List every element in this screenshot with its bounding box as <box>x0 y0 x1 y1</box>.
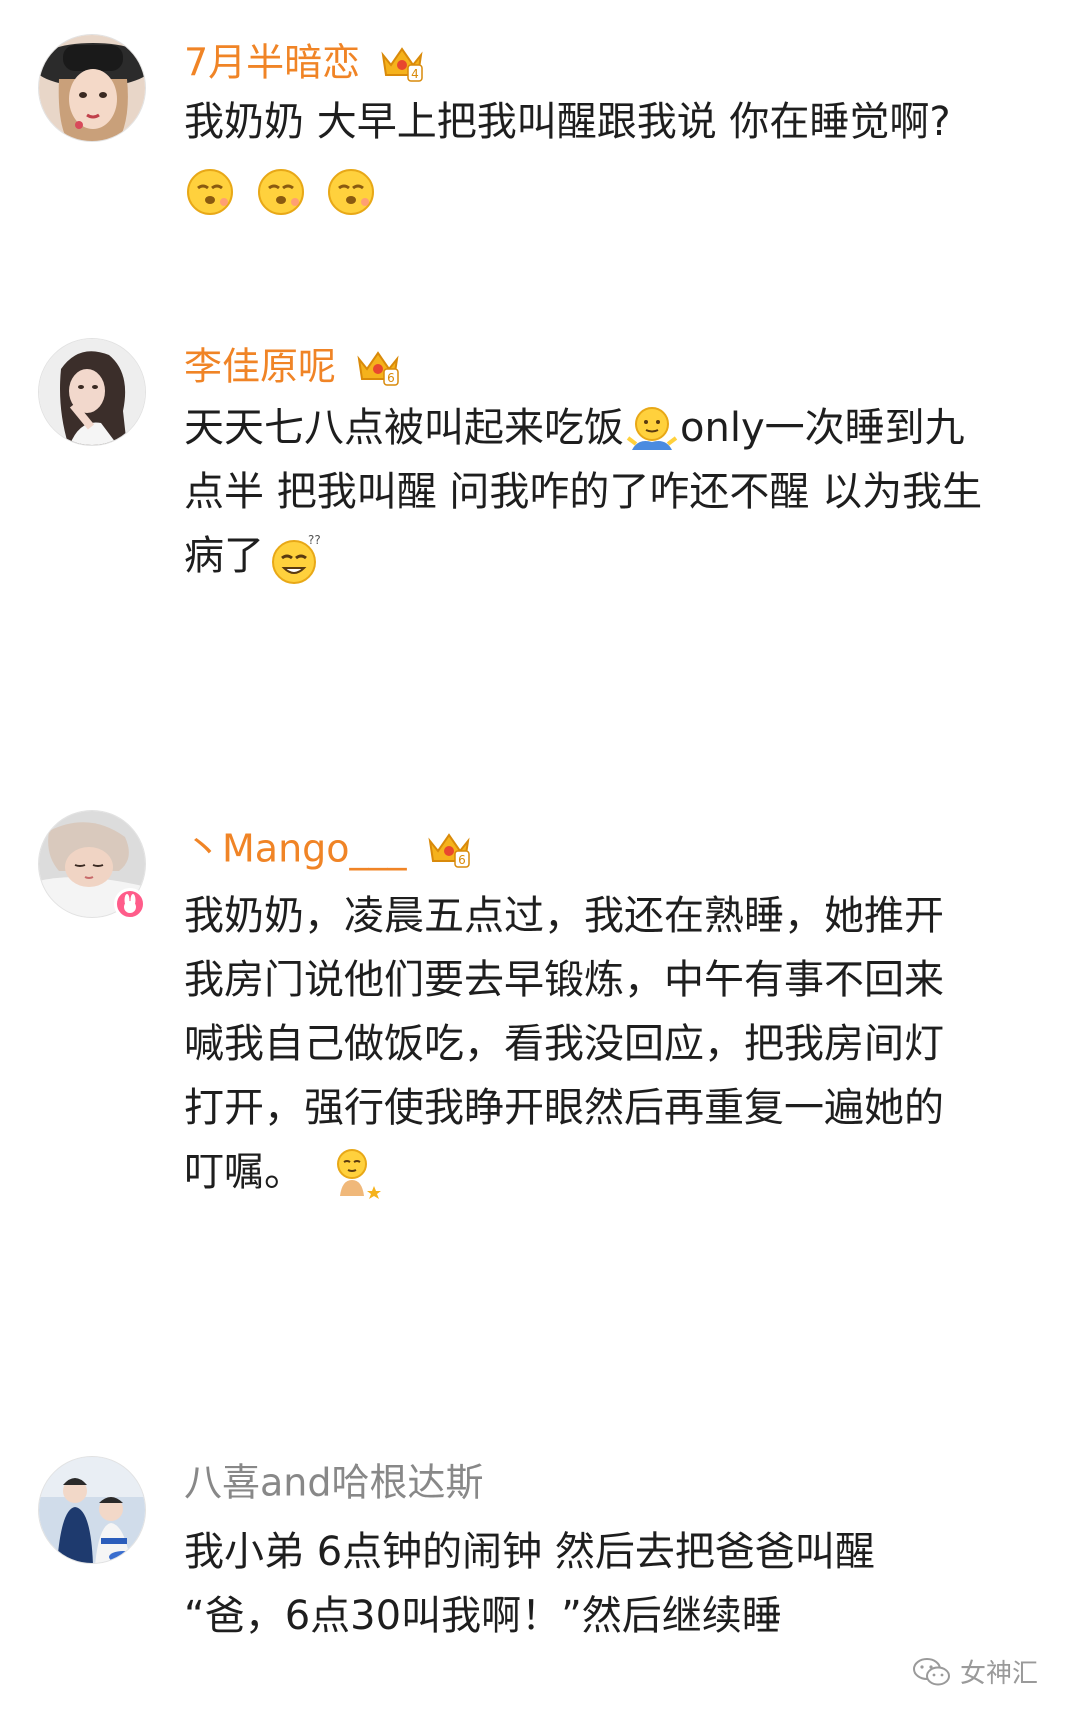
avatar[interactable] <box>38 1456 146 1564</box>
rabbit-badge-icon <box>114 888 146 920</box>
sleepy-emoji-icon <box>187 169 233 215</box>
username[interactable]: 丶Mango___ 6 <box>184 822 471 873</box>
comment-line: “爸，6点30叫我啊！”然后继续睡 <box>184 1593 782 1639</box>
comment-text-segment: only一次睡到九 <box>680 405 965 451</box>
comment-line: 天天七八点被叫起来吃饭 only一次睡到九 <box>184 396 1044 460</box>
avatar[interactable] <box>38 34 146 142</box>
watermark: 女神汇 <box>912 1653 1038 1690</box>
comment-line: 喊我自己做饭吃，看我没回应，把我房间灯 <box>184 1021 944 1067</box>
comment-line: 我小弟 6点钟的闹钟 然后去把爸爸叫醒 <box>184 1529 875 1575</box>
comment-body: 天天七八点被叫起来吃饭 only一次睡到九 点半 把我叫醒 问我咋的了咋还不醒 … <box>184 396 1044 588</box>
sleepy-star-emoji-icon <box>337 1149 381 1199</box>
comment-line: 我奶奶 大早上把我叫醒跟我说 你在睡觉啊? <box>184 99 951 145</box>
comment-text-segment: 叮嘱。 <box>184 1149 304 1195</box>
username-text[interactable]: 八喜and哈根达斯 <box>184 1461 484 1505</box>
comment-line: 病了 ?? <box>184 524 1044 588</box>
avatar-girl-hat-icon <box>39 35 145 141</box>
watermark-label: 女神汇 <box>959 1659 1038 1689</box>
username[interactable]: 7月半暗恋 4 <box>184 36 424 87</box>
wechat-icon <box>912 1657 950 1685</box>
comment-line: 我房门说他们要去早锻炼，中午有事不回来 <box>184 957 944 1003</box>
vip-crown-icon: 6 <box>357 350 399 386</box>
comment-feed: 7月半暗恋 4 我奶奶 大早上把我叫醒跟我说 你在睡觉啊? 李佳原呢 6 天天七… <box>0 0 1080 1718</box>
avatar[interactable] <box>38 338 146 446</box>
comment-body: 我小弟 6点钟的闹钟 然后去把爸爸叫醒 “爸，6点30叫我啊！”然后继续睡 <box>184 1520 1044 1648</box>
shrug-emoji-icon <box>626 407 678 450</box>
rabbit-icon <box>124 894 136 913</box>
vip-level-number: 6 <box>387 371 395 385</box>
dizzy-emoji-icon: ?? <box>272 533 321 584</box>
comment-text-segment: 病了 <box>184 533 264 579</box>
comment-line: 点半 把我叫醒 问我咋的了咋还不醒 以为我生 <box>184 469 983 515</box>
vip-crown-icon: 4 <box>381 46 424 82</box>
emoji-row <box>184 158 1044 222</box>
avatar-girl-icon <box>39 339 145 445</box>
comment-line: 叮嘱。 <box>184 1140 1044 1204</box>
username[interactable]: 李佳原呢 6 <box>184 340 400 391</box>
vip-crown-icon: 6 <box>428 832 470 868</box>
username-text[interactable]: 丶Mango___ <box>184 827 407 871</box>
comment-body: 我奶奶，凌晨五点过，我还在熟睡，她推开 我房门说他们要去早锻炼，中午有事不回来 … <box>184 884 1044 1204</box>
svg-text:??: ?? <box>308 533 321 547</box>
comment-line: 我奶奶，凌晨五点过，我还在熟睡，她推开 <box>184 893 944 939</box>
vip-level-number: 6 <box>458 853 466 867</box>
comment-body: 我奶奶 大早上把我叫醒跟我说 你在睡觉啊? <box>184 90 1044 222</box>
comment-text-segment: 天天七八点被叫起来吃饭 <box>184 405 624 451</box>
vip-level-number: 4 <box>411 67 419 81</box>
comment-line: 打开，强行使我睁开眼然后再重复一遍她的 <box>184 1085 944 1131</box>
username-text[interactable]: 李佳原呢 <box>184 345 336 389</box>
username[interactable]: 八喜and哈根达斯 <box>184 1456 484 1507</box>
sleepy-emoji-icon <box>328 169 375 215</box>
avatar-couple-icon <box>39 1457 145 1563</box>
sleepy-emoji-icon <box>257 169 304 215</box>
username-text[interactable]: 7月半暗恋 <box>184 41 360 85</box>
